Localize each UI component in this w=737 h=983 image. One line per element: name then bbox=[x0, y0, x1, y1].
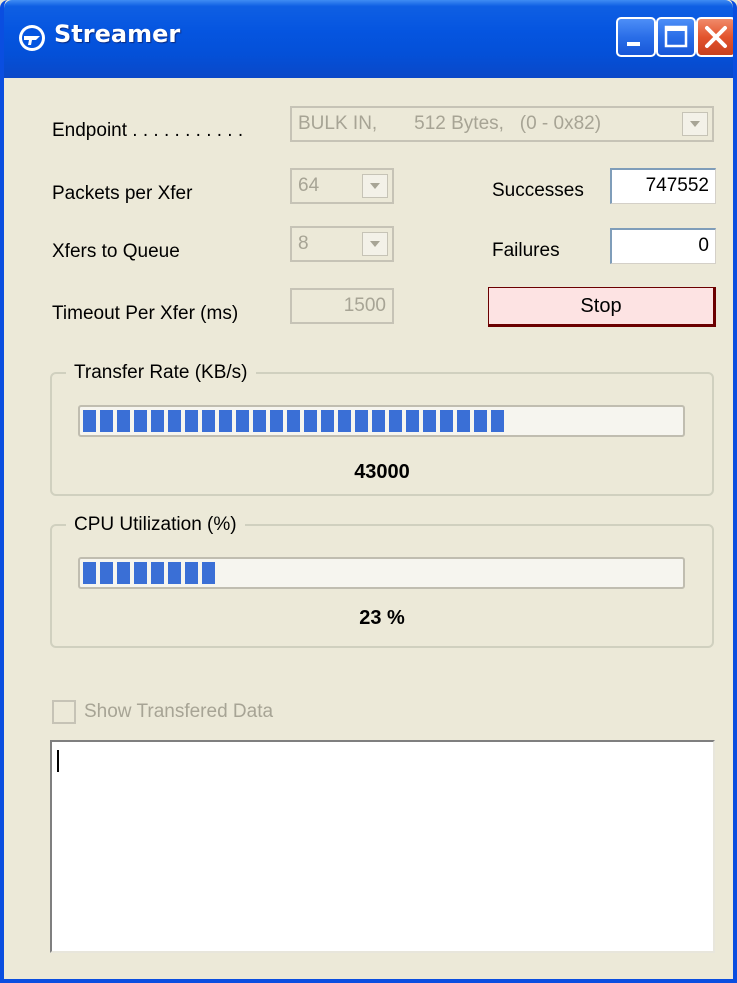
minimize-button[interactable] bbox=[616, 17, 656, 57]
transfer-rate-value: 43000 bbox=[354, 461, 410, 483]
close-button[interactable] bbox=[696, 17, 733, 57]
chevron-down-icon bbox=[690, 121, 700, 127]
endpoint-label: Endpoint . . . . . . . . . . . bbox=[52, 120, 244, 141]
cpu-utilization-value: 23 % bbox=[359, 607, 405, 629]
chevron-down-icon bbox=[370, 241, 380, 247]
minimize-icon bbox=[627, 42, 640, 46]
failures-label: Failures bbox=[492, 240, 560, 261]
maximize-icon bbox=[664, 25, 688, 48]
transfer-rate-progress-fill bbox=[83, 410, 504, 432]
transfer-rate-progress bbox=[78, 405, 685, 437]
transfered-data-textarea[interactable] bbox=[50, 740, 715, 953]
packets-per-xfer-label: Packets per Xfer bbox=[52, 183, 193, 204]
transfer-rate-title: Transfer Rate (KB/s) bbox=[66, 362, 256, 384]
chevron-down-icon bbox=[370, 183, 380, 189]
cpu-utilization-progress bbox=[78, 557, 685, 589]
packets-per-xfer-select[interactable]: 64 bbox=[290, 168, 394, 204]
packets-per-xfer-value: 64 bbox=[298, 175, 320, 196]
failures-field[interactable]: 0 bbox=[610, 228, 716, 264]
xfers-to-queue-label: Xfers to Queue bbox=[52, 241, 180, 262]
title-bar[interactable]: Streamer bbox=[4, 0, 733, 78]
timeout-label: Timeout Per Xfer (ms) bbox=[52, 303, 239, 324]
timeout-field[interactable]: 1500 bbox=[290, 288, 394, 324]
xfers-to-queue-value: 8 bbox=[298, 233, 309, 254]
window-title: Streamer bbox=[54, 20, 181, 48]
successes-label: Successes bbox=[492, 180, 584, 201]
endpoint-dropdown-arrow[interactable] bbox=[682, 112, 708, 136]
cypress-logo-icon bbox=[19, 25, 45, 51]
xfers-to-queue-select[interactable]: 8 bbox=[290, 226, 394, 262]
show-transfered-data-checkbox[interactable] bbox=[52, 700, 76, 724]
close-icon bbox=[705, 26, 727, 48]
cpu-utilization-progress-fill bbox=[83, 562, 215, 584]
cpu-utilization-title: CPU Utilization (%) bbox=[66, 514, 245, 536]
xfers-dropdown-arrow[interactable] bbox=[362, 232, 388, 256]
stop-button[interactable]: Stop bbox=[488, 287, 716, 327]
endpoint-value: BULK IN, 512 Bytes, (0 - 0x82) bbox=[298, 113, 602, 134]
successes-field[interactable]: 747552 bbox=[610, 168, 716, 204]
streamer-window: Streamer Endpoint . . . . . . . . . . . … bbox=[0, 0, 737, 983]
maximize-button[interactable] bbox=[656, 17, 696, 57]
show-transfered-data-label: Show Transfered Data bbox=[84, 701, 274, 722]
endpoint-select[interactable]: BULK IN, 512 Bytes, (0 - 0x82) bbox=[290, 106, 714, 142]
packets-dropdown-arrow[interactable] bbox=[362, 174, 388, 198]
text-caret bbox=[57, 750, 59, 772]
